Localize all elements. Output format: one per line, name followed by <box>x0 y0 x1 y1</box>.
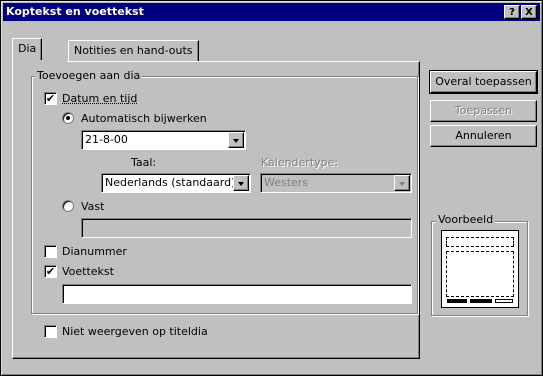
no-title-slide-checkbox[interactable] <box>44 325 57 338</box>
add-to-slide-group-label: Toevoegen aan dia <box>35 69 143 82</box>
no-title-slide-label[interactable]: Niet weergeven op titeldia <box>62 325 208 338</box>
apply-button: Toepassen <box>430 100 537 122</box>
radio-selected-dot <box>66 116 70 120</box>
tab-dia-label: Dia <box>18 42 37 55</box>
date-format-dropdown[interactable]: 21-8-00 <box>81 130 246 150</box>
tab-notities[interactable]: Notities en hand-outs <box>68 40 199 61</box>
language-label: Taal: <box>131 156 157 169</box>
slide-number-checkbox[interactable] <box>44 245 57 258</box>
chevron-down-icon <box>233 139 239 143</box>
slide-number-label[interactable]: Dianummer <box>62 245 127 258</box>
calendar-type-dropdown: Westers <box>260 173 412 193</box>
fixed-label[interactable]: Vast <box>81 200 104 213</box>
language-value: Nederlands (standaard) <box>105 176 236 189</box>
tab-dia[interactable]: Dia <box>12 38 43 62</box>
help-button[interactable]: ? <box>504 5 520 19</box>
window-title: Koptekst en voettekst <box>6 5 144 18</box>
preview-footer-placeholder <box>470 299 492 303</box>
preview-content-area <box>446 251 514 297</box>
calendar-type-value: Westers <box>264 176 309 189</box>
fixed-text-field <box>81 218 412 238</box>
preview-date-placeholder <box>447 299 467 303</box>
date-time-checkbox[interactable]: ✔ <box>44 92 57 105</box>
footer-text-field[interactable] <box>62 284 412 304</box>
tab-notities-label: Notities en hand-outs <box>74 44 193 57</box>
dialog-window: Koptekst en voettekst ? X Dia Notities e… <box>0 0 543 376</box>
preview-label: Voorbeeld <box>436 213 496 226</box>
date-format-dropdown-button[interactable] <box>228 132 244 148</box>
date-time-label[interactable]: Datum en tijd <box>62 92 137 105</box>
title-bar[interactable]: Koptekst en voettekst ? X <box>3 3 540 21</box>
footer-checkbox[interactable]: ✔ <box>44 265 57 278</box>
fixed-radio[interactable] <box>62 200 74 212</box>
calendar-type-label: Kalendertype: <box>261 156 339 169</box>
language-dropdown[interactable]: Nederlands (standaard) <box>101 173 251 193</box>
calendar-type-dropdown-button <box>394 175 410 191</box>
preview-number-placeholder <box>495 299 513 303</box>
apply-all-button[interactable]: Overal toepassen <box>429 70 538 94</box>
cancel-button[interactable]: Annuleren <box>430 125 537 147</box>
preview-slide <box>441 230 519 308</box>
auto-update-label[interactable]: Automatisch bijwerken <box>81 112 207 125</box>
chevron-down-icon <box>238 182 244 186</box>
footer-label[interactable]: Voettekst <box>62 265 114 278</box>
language-dropdown-button[interactable] <box>233 175 249 191</box>
chevron-down-icon <box>399 182 405 186</box>
preview-header-area <box>446 237 514 247</box>
date-format-value: 21-8-00 <box>85 133 128 146</box>
auto-update-radio[interactable] <box>62 112 74 124</box>
active-tab-join <box>13 60 67 62</box>
close-button[interactable]: X <box>521 5 537 19</box>
